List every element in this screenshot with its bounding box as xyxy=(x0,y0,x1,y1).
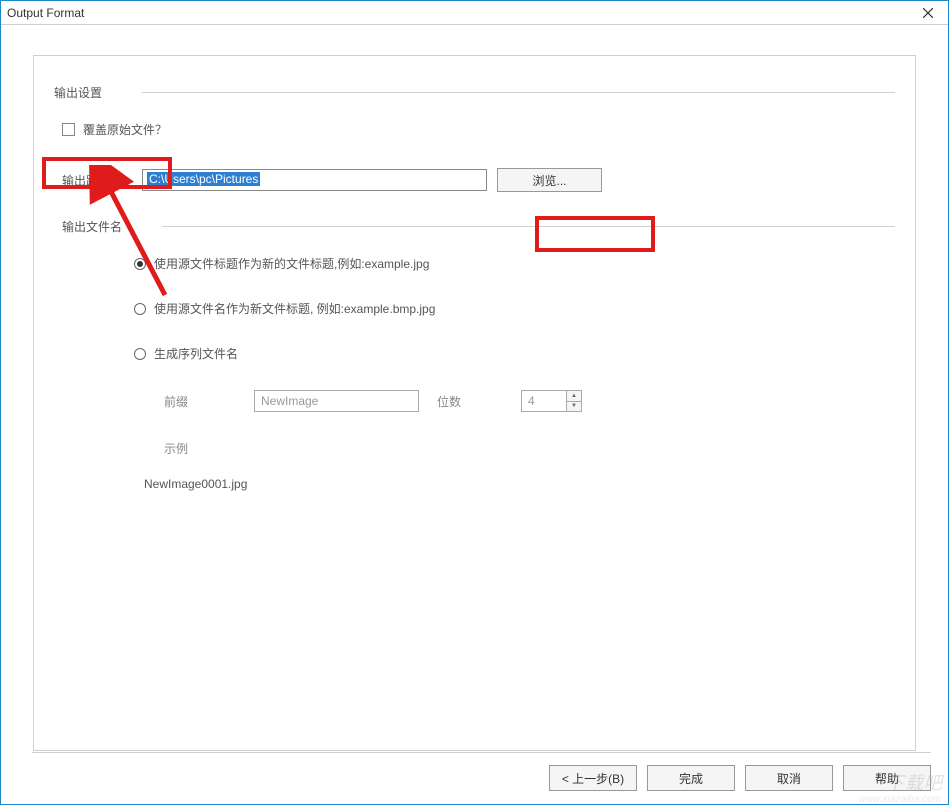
radio-label: 使用源文件名作为新文件标题, 例如:example.bmp.jpg xyxy=(154,300,435,317)
radio-input[interactable] xyxy=(134,348,146,360)
output-settings-label: 输出设置 xyxy=(54,84,102,101)
finish-button[interactable]: 完成 xyxy=(647,765,735,791)
overwrite-row: 覆盖原始文件？ xyxy=(62,121,895,138)
footer-buttons: < 上一步(B) 完成 取消 帮助 xyxy=(32,765,931,791)
overwrite-label: 覆盖原始文件？ xyxy=(83,121,167,138)
digits-input[interactable] xyxy=(521,390,566,412)
help-button[interactable]: 帮助 xyxy=(843,765,931,791)
output-filename-header: 输出文件名 xyxy=(62,218,895,235)
prefix-row: 前缀 位数 ▲ ▼ xyxy=(164,390,895,412)
browse-button[interactable]: 浏览... xyxy=(497,168,602,192)
output-filename-label: 输出文件名 xyxy=(62,218,122,235)
titlebar: Output Format xyxy=(1,1,948,25)
output-path-value: C:\Users\pc\Pictures xyxy=(147,172,260,186)
divider xyxy=(142,92,895,93)
close-icon xyxy=(923,8,933,18)
dialog-window: Output Format 输出设置 覆盖原始文件？ 输出路径: C:\User… xyxy=(0,0,949,805)
filename-radio-group: 使用源文件标题作为新的文件标题,例如:example.jpg 使用源文件名作为新… xyxy=(134,255,895,362)
close-button[interactable] xyxy=(908,1,948,25)
radio-label: 生成序列文件名 xyxy=(154,345,238,362)
radio-input[interactable] xyxy=(134,303,146,315)
radio-option-source-title[interactable]: 使用源文件标题作为新的文件标题,例如:example.jpg xyxy=(134,255,895,272)
overwrite-checkbox[interactable] xyxy=(62,123,75,136)
output-path-row: 输出路径: C:\Users\pc\Pictures 浏览... xyxy=(62,168,895,192)
window-title: Output Format xyxy=(7,6,84,20)
prefix-input[interactable] xyxy=(254,390,419,412)
output-path-input[interactable]: C:\Users\pc\Pictures xyxy=(142,169,487,191)
cancel-button[interactable]: 取消 xyxy=(745,765,833,791)
content-area: 输出设置 覆盖原始文件？ 输出路径: C:\Users\pc\Pictures … xyxy=(1,25,948,804)
digits-spinner: ▲ ▼ xyxy=(521,390,582,412)
digits-label: 位数 xyxy=(437,393,461,410)
sequence-options: 前缀 位数 ▲ ▼ xyxy=(164,390,895,412)
footer: < 上一步(B) 完成 取消 帮助 xyxy=(32,752,931,791)
example-label: 示例 xyxy=(164,440,895,457)
prefix-label: 前缀 xyxy=(164,393,254,410)
spinner-down-button[interactable]: ▼ xyxy=(567,402,581,412)
example-value: NewImage0001.jpg xyxy=(144,477,895,491)
back-button[interactable]: < 上一步(B) xyxy=(549,765,637,791)
radio-option-source-filename[interactable]: 使用源文件名作为新文件标题, 例如:example.bmp.jpg xyxy=(134,300,895,317)
radio-input[interactable] xyxy=(134,258,146,270)
spinner-up-button[interactable]: ▲ xyxy=(567,391,581,402)
footer-divider xyxy=(32,752,931,753)
inner-panel: 输出设置 覆盖原始文件？ 输出路径: C:\Users\pc\Pictures … xyxy=(33,55,916,751)
radio-option-sequence[interactable]: 生成序列文件名 xyxy=(134,345,895,362)
spinner-buttons: ▲ ▼ xyxy=(566,390,582,412)
output-path-label: 输出路径: xyxy=(62,172,142,189)
output-settings-header: 输出设置 xyxy=(54,84,895,101)
radio-label: 使用源文件标题作为新的文件标题,例如:example.jpg xyxy=(154,255,429,272)
divider xyxy=(162,226,895,227)
